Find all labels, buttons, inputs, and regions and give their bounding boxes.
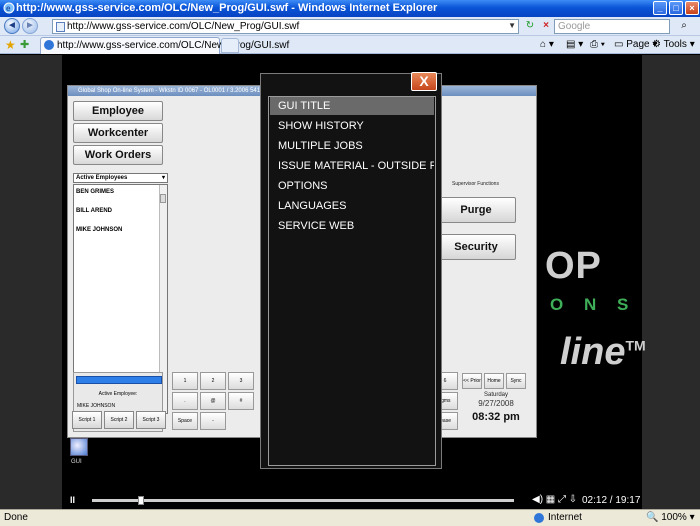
zoom-value: 100% (661, 512, 687, 523)
script-2-button[interactable]: Script 2 (104, 411, 134, 429)
date-day: Saturday (483, 392, 508, 398)
popup-menu-list: GUI TITLE SHOW HISTORY MULTIPLE JOBS ISS… (268, 96, 436, 466)
key-hash[interactable]: # (228, 392, 254, 410)
left-letterbox (0, 55, 62, 509)
key-1[interactable]: 1 (172, 372, 198, 390)
supervisor-functions-label: Supervisor Functions (452, 181, 499, 187)
key-at[interactable]: @ (200, 392, 226, 410)
window-title-bar: e http://www.gss-service.com/OLC/New_Pro… (0, 0, 700, 17)
forward-button[interactable]: ► (22, 18, 38, 34)
menu-item-show-history[interactable]: SHOW HISTORY (270, 117, 434, 135)
status-text: Done (4, 512, 28, 523)
svg-text:e: e (6, 4, 11, 13)
page-icon (56, 22, 65, 32)
key-space[interactable]: Space (172, 412, 198, 430)
sync-button[interactable]: Sync (506, 373, 526, 389)
close-button[interactable]: × (685, 1, 699, 15)
status-bar: Done Internet 🔍 100% ▾ (0, 509, 700, 526)
script-1-button[interactable]: Script 1 (72, 411, 102, 429)
chevron-down-icon: ▾ (161, 175, 165, 181)
purge-button[interactable]: Purge (436, 197, 516, 223)
video-seek-track[interactable] (92, 499, 514, 502)
key-2[interactable]: 2 (200, 372, 226, 390)
new-tab-button[interactable] (221, 38, 239, 53)
script-3-button[interactable]: Script 3 (136, 411, 166, 429)
maximize-button[interactable]: □ (669, 1, 683, 15)
tab-gui[interactable]: http://www.gss-service.com/OLC/New_Prog/… (40, 37, 289, 54)
go-refresh-icon[interactable]: ↻ (522, 19, 538, 34)
tools-menu-label: Tools (663, 39, 687, 50)
print-icon[interactable]: ⎙ ▾ (590, 39, 605, 50)
back-button[interactable]: ◄ (4, 18, 20, 34)
zone-text: Internet (548, 512, 582, 523)
list-item[interactable]: BILL AREND (76, 208, 112, 214)
logo-text-3: lineTM (560, 331, 646, 374)
stop-icon[interactable]: × (538, 19, 554, 34)
right-letterbox (642, 55, 700, 509)
active-employee-bar (76, 376, 162, 384)
date-time-display: Saturday 9/27/2008 08:32 pm (464, 392, 528, 430)
prior-button[interactable]: << Prior (462, 373, 482, 389)
gui-popup-menu: X GUI TITLE SHOW HISTORY MULTIPLE JOBS I… (260, 72, 442, 469)
menu-item-service-web[interactable]: SERVICE WEB (270, 217, 434, 235)
address-text: http://www.gss-service.com/OLC/New_Prog/… (67, 21, 300, 32)
employee-filter-select[interactable]: Active Employees ▾ (73, 173, 168, 183)
active-employee-label: Active Employee: (98, 391, 138, 397)
ie-logo-icon: e (3, 2, 15, 14)
video-controls: II ◀) ▦ ⤢ ⇩ 02:12 / 19:17 (62, 492, 642, 509)
volume-icon[interactable]: ◀) ▦ ⤢ ⇩ (532, 494, 577, 505)
add-favorites-icon[interactable]: ✚ (20, 38, 29, 51)
page-menu[interactable]: ▭ Page ▾ (614, 39, 657, 50)
key-dash[interactable]: - (200, 412, 226, 430)
tools-menu[interactable]: ⚙ Tools ▾ (652, 39, 695, 50)
logo-text-3-word: line (560, 331, 626, 373)
minimize-button[interactable]: _ (653, 1, 667, 15)
ie-tab-icon (44, 40, 54, 50)
chevron-down-icon[interactable]: ▼ (508, 21, 516, 30)
menu-item-multiple-jobs[interactable]: MULTIPLE JOBS (270, 137, 434, 155)
navigation-bar: ◄ ► http://www.gss-service.com/OLC/New_P… (0, 17, 700, 36)
gui-icon-label: GUI (71, 459, 82, 465)
tab-bar: ★ ✚ http://www.gss-service.com/OLC/New_P… (0, 36, 700, 54)
zoom-level[interactable]: 🔍 100% ▾ (646, 512, 695, 523)
menu-item-issue-material[interactable]: ISSUE MATERIAL - OUTSIDE P (270, 157, 434, 175)
popup-close-button[interactable]: X (411, 72, 437, 91)
employee-filter-value: Active Employees (76, 175, 128, 181)
list-item[interactable]: MIKE JOHNSON (76, 227, 122, 233)
workcenter-button[interactable]: Workcenter (73, 123, 163, 143)
search-input[interactable]: Google (554, 19, 670, 34)
page-menu-label: Page (626, 39, 650, 50)
key-dot[interactable]: . (172, 392, 198, 410)
date-value: 9/27/2008 (478, 399, 514, 408)
pause-button[interactable]: II (70, 495, 75, 505)
logo-text-2: O N S (550, 295, 637, 314)
home-icon[interactable]: ⌂ ▾ (540, 39, 554, 50)
key-3[interactable]: 3 (228, 372, 254, 390)
employee-button[interactable]: Employee (73, 101, 163, 121)
active-employee-name: MIKE JOHNSON (77, 403, 116, 409)
scrollbar-thumb[interactable] (160, 194, 166, 203)
feeds-icon[interactable]: ▤ ▾ (566, 39, 583, 50)
menu-item-languages[interactable]: LANGUAGES (270, 197, 434, 215)
address-bar[interactable]: http://www.gss-service.com/OLC/New_Prog/… (52, 19, 519, 34)
gui-app-icon[interactable] (70, 438, 88, 456)
security-button[interactable]: Security (436, 234, 516, 260)
logo-text-1: OP (545, 245, 602, 287)
menu-item-options[interactable]: OPTIONS (270, 177, 434, 195)
time-value: 08:32 pm (472, 411, 520, 423)
work-orders-button[interactable]: Work Orders (73, 145, 163, 165)
tab-label: http://www.gss-service.com/OLC/New_Prog/… (57, 40, 290, 51)
home-button[interactable]: Home (484, 373, 504, 389)
favorites-star-icon[interactable]: ★ (5, 38, 16, 52)
search-icon[interactable]: ⌕ (676, 19, 692, 34)
video-time: 02:12 / 19:17 (582, 495, 641, 506)
video-seek-thumb[interactable] (137, 496, 144, 505)
internet-zone-icon (534, 513, 544, 523)
trademark: TM (625, 337, 646, 354)
menu-item-gui-title[interactable]: GUI TITLE (270, 97, 434, 115)
window-title: http://www.gss-service.com/OLC/New_Prog/… (16, 2, 438, 14)
list-item[interactable]: BEN GRIMES (76, 189, 114, 195)
